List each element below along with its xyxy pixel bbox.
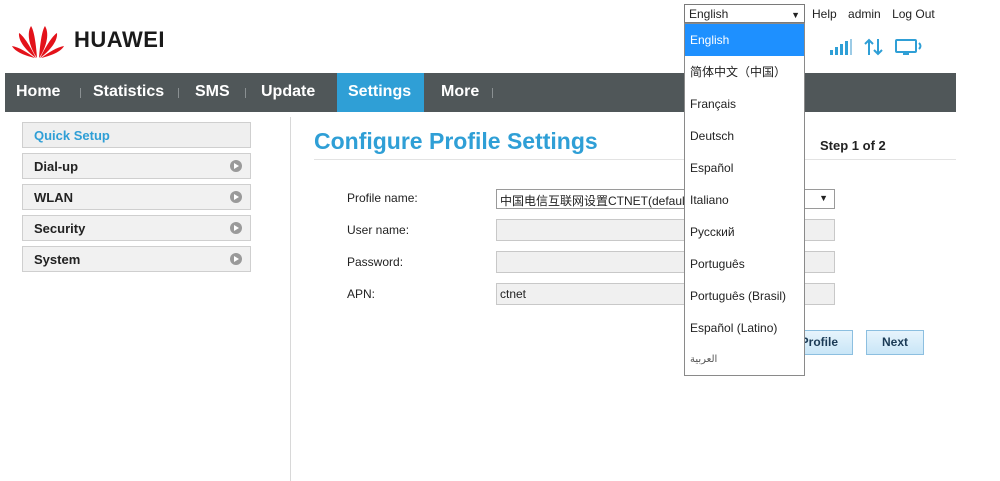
step-indicator: Step 1 of 2	[820, 138, 886, 153]
language-option-french[interactable]: Français	[685, 88, 804, 120]
brand-logo: HUAWEI	[10, 20, 165, 60]
top-links: Help admin Log Out	[812, 7, 943, 21]
chevron-right-icon	[230, 222, 242, 234]
content-divider	[290, 117, 291, 481]
sidebar-item-label: Security	[34, 221, 86, 236]
password-label: Password:	[347, 255, 404, 269]
chevron-down-icon: ▼	[819, 193, 828, 203]
nav-statistics[interactable]: Statistics	[82, 73, 175, 112]
language-option-english[interactable]: English	[685, 24, 804, 56]
data-transfer-icon	[864, 38, 883, 56]
nav-update[interactable]: Update	[250, 73, 326, 112]
language-option-portuguese[interactable]: Português	[685, 248, 804, 280]
title-divider	[314, 159, 956, 160]
language-select-value: English	[689, 7, 729, 21]
nav-more[interactable]: More	[430, 73, 490, 112]
nav-separator	[492, 88, 493, 98]
signal-icon	[830, 39, 852, 55]
sidebar-item-security[interactable]: Security	[22, 215, 251, 241]
sidebar-item-quick-setup[interactable]: Quick Setup	[22, 122, 251, 148]
language-option-spanish-latin[interactable]: Español (Latino)	[685, 312, 804, 344]
nav-separator	[80, 88, 81, 98]
main-nav: Home Statistics SMS Update Settings More	[5, 73, 956, 112]
page-title: Configure Profile Settings	[314, 128, 598, 154]
status-icons	[829, 38, 925, 56]
nav-separator	[245, 88, 246, 98]
chevron-right-icon	[230, 253, 242, 265]
apn-label: APN:	[347, 287, 376, 301]
language-select[interactable]: English ▼	[684, 4, 805, 23]
logout-link[interactable]: Log Out	[892, 7, 935, 21]
language-option-italian[interactable]: Italiano	[685, 184, 804, 216]
help-link[interactable]: Help	[812, 7, 837, 21]
profile-name-label: Profile name:	[347, 191, 418, 205]
brand-name: HUAWEI	[74, 27, 165, 52]
sidebar-item-label: Quick Setup	[34, 128, 110, 143]
sidebar-item-dial-up[interactable]: Dial-up	[22, 153, 251, 179]
language-option-spanish[interactable]: Español	[685, 152, 804, 184]
nav-settings[interactable]: Settings	[337, 73, 424, 112]
language-option-german[interactable]: Deutsch	[685, 120, 804, 152]
nav-separator	[178, 88, 179, 98]
language-dropdown-list: English 简体中文（中国） Français Deutsch Españo…	[684, 23, 805, 376]
chevron-right-icon	[230, 191, 242, 203]
sidebar-item-system[interactable]: System	[22, 246, 251, 272]
language-option-portuguese-brazil[interactable]: Português (Brasil)	[685, 280, 804, 312]
nav-home[interactable]: Home	[5, 73, 71, 112]
sidebar-item-wlan[interactable]: WLAN	[22, 184, 251, 210]
router-admin-page: English ▼ Help admin Log Out HUAWEI Home…	[0, 0, 1000, 481]
nav-sms[interactable]: SMS	[184, 73, 241, 112]
device-icon	[895, 39, 922, 55]
next-button[interactable]: Next	[866, 330, 924, 355]
huawei-logo-icon	[12, 26, 64, 58]
admin-link[interactable]: admin	[848, 7, 881, 21]
chevron-down-icon: ▼	[791, 10, 800, 20]
sidebar-item-label: System	[34, 252, 81, 267]
language-option-chinese[interactable]: 简体中文（中国）	[685, 56, 804, 88]
sidebar-item-label: WLAN	[34, 190, 73, 205]
profile-name-value: 中国电信互联网设置CTNET(defaul	[500, 194, 685, 208]
language-option-russian[interactable]: Русский	[685, 216, 804, 248]
language-option-arabic[interactable]: العربية	[685, 344, 804, 376]
sidebar-item-label: Dial-up	[34, 159, 79, 174]
user-name-label: User name:	[347, 223, 410, 237]
chevron-right-icon	[230, 160, 242, 172]
